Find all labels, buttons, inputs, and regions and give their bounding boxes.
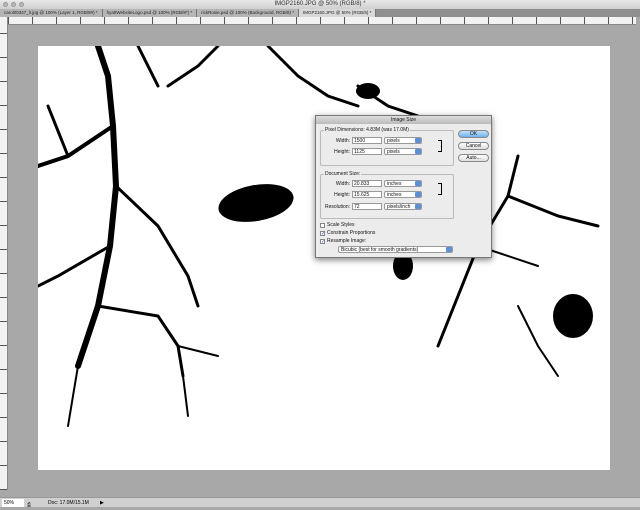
tab-carol[interactable]: carol00347_lr.jpg @ 100% (Layer 1, RGB/8… (0, 9, 103, 17)
ok-button[interactable]: OK (458, 130, 489, 138)
pixel-width-label: Width: (335, 137, 350, 144)
pixel-dimensions-label: Pixel Dimensions: 4.83M (was 17.0M) (324, 127, 410, 133)
pixel-width-input[interactable]: 1500 (352, 137, 382, 144)
branch-artwork (38, 46, 600, 427)
link-chain-icon (438, 183, 442, 195)
auto-button[interactable]: Auto... (458, 154, 489, 162)
doc-height-label: Height: (334, 191, 350, 198)
tab-rick-rosie[interactable]: rickRosie.psd @ 100% (Background, RGB/8)… (197, 9, 300, 17)
horizontal-ruler (8, 17, 636, 25)
zoom-level-field[interactable]: 50% (2, 499, 24, 507)
doc-width-input[interactable]: 20.833 (352, 180, 382, 187)
zoom-button[interactable] (19, 2, 24, 7)
pixel-height-label: Height: (334, 148, 350, 155)
resample-method-select[interactable]: Bicubic (best for smooth gradients) (338, 246, 453, 253)
resample-label: Resample Image: (327, 238, 367, 244)
doc-width-unit-select[interactable]: inches (384, 180, 422, 187)
vertical-ruler (0, 17, 8, 490)
dialog-title: Image Size (316, 116, 491, 124)
resolution-label: Resolution: (324, 203, 350, 210)
pixel-width-unit-select[interactable]: pixels (384, 137, 422, 144)
constrain-proportions-checkbox[interactable]: ✓ Constrain Proportions (320, 230, 375, 236)
pixel-height-input[interactable]: 1125 (352, 148, 382, 155)
doc-height-input[interactable]: 15.625 (352, 191, 382, 198)
constrain-label: Constrain Proportions (327, 230, 376, 236)
status-icon[interactable]: ⎙ (27, 500, 31, 510)
resolution-unit-select[interactable]: pixels/inch (384, 203, 422, 210)
checkbox-empty-icon (320, 222, 325, 228)
checkmark-icon: ✓ (320, 238, 326, 245)
pixel-height-unit-select[interactable]: pixels (384, 148, 422, 155)
doc-height-unit-select[interactable]: inches (384, 191, 422, 198)
title-bar: IMGP2160.JPG @ 50% (RGB/8) * (0, 0, 640, 9)
image-size-dialog: Image Size Pixel Dimensions: 4.83M (was … (315, 115, 492, 258)
document-size-label: Document Size: (324, 171, 362, 177)
link-chain-icon (438, 140, 442, 152)
resolution-input[interactable]: 72 (352, 203, 382, 210)
scale-styles-label: Scale Styles (327, 222, 355, 228)
minimize-button[interactable] (11, 2, 16, 7)
doc-width-label: Width: (335, 180, 350, 187)
document-canvas[interactable] (38, 46, 610, 470)
tab-hyatt-logo[interactable]: hyattWebsiteLogo.psd @ 100% (RGB/8*) * (102, 9, 198, 17)
resample-image-checkbox[interactable]: ✓ Resample Image: (320, 238, 366, 244)
scale-styles-checkbox[interactable]: Scale Styles (320, 222, 355, 228)
status-bar: 50% ⎙ Doc: 17.0M/15.1M ▶ (0, 497, 640, 510)
tab-imgp2160[interactable]: IMGP2160.JPG @ 50% (RGB/8) * (299, 9, 377, 17)
document-tabs: carol00347_lr.jpg @ 100% (Layer 1, RGB/8… (0, 9, 640, 17)
window-controls[interactable] (3, 2, 24, 7)
checkmark-icon: ✓ (320, 230, 326, 237)
window-title: IMGP2160.JPG @ 50% (RGB/8) * (274, 1, 366, 7)
close-button[interactable] (3, 2, 8, 7)
cancel-button[interactable]: Cancel (458, 142, 489, 150)
